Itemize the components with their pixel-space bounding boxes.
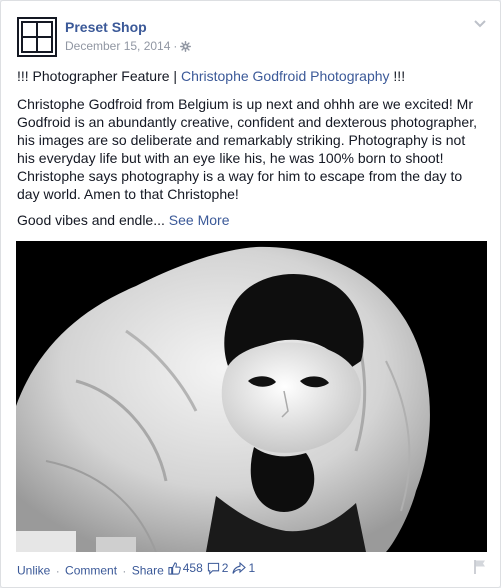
- headline: !!! Photographer Feature | Christophe Go…: [17, 67, 487, 85]
- share-arrow-icon: [232, 561, 247, 574]
- post-date[interactable]: December 15, 2014: [65, 39, 170, 53]
- headline-suffix: !!!: [389, 68, 406, 84]
- page-name-link[interactable]: Preset Shop: [65, 19, 147, 35]
- flag-icon[interactable]: [473, 559, 487, 575]
- post-text: !!! Photographer Feature | Christophe Go…: [17, 67, 487, 229]
- post-footer: Unlike · Comment · Share 458 2 1: [17, 559, 487, 578]
- post-meta: December 15, 2014 ·: [65, 39, 192, 53]
- comments-value: 2: [221, 561, 229, 575]
- shares-value: 1: [248, 561, 256, 575]
- plus-logo-icon: [21, 21, 53, 53]
- post-body: Christophe Godfroid from Belgium is up n…: [17, 96, 477, 202]
- gear-icon[interactable]: [180, 41, 192, 52]
- chevron-down-icon[interactable]: [473, 17, 487, 31]
- teaser-text: Good vibes and endle...: [17, 212, 165, 228]
- comment-button[interactable]: Comment: [65, 564, 117, 578]
- page-avatar[interactable]: [17, 17, 57, 57]
- shares-count[interactable]: 1: [232, 561, 255, 575]
- likes-count[interactable]: 458: [168, 561, 203, 575]
- comments-count[interactable]: 2: [207, 561, 229, 575]
- see-more-link[interactable]: See More: [169, 212, 230, 228]
- masked-figure-photo: [16, 241, 487, 552]
- headline-prefix: !!! Photographer Feature |: [17, 68, 181, 84]
- post-header: Preset Shop December 15, 2014 ·: [17, 17, 487, 57]
- share-button[interactable]: Share: [132, 564, 164, 578]
- post-photo[interactable]: [16, 241, 487, 552]
- post-card: Preset Shop December 15, 2014 · !!! Photo…: [0, 0, 501, 588]
- unlike-button[interactable]: Unlike: [17, 564, 50, 578]
- thumbs-up-icon: [168, 561, 181, 575]
- post-teaser: Good vibes and endle... See More: [17, 211, 487, 229]
- likes-value: 458: [182, 561, 203, 575]
- photographer-link[interactable]: Christophe Godfroid Photography: [181, 68, 390, 84]
- comment-bubble-icon: [207, 562, 219, 575]
